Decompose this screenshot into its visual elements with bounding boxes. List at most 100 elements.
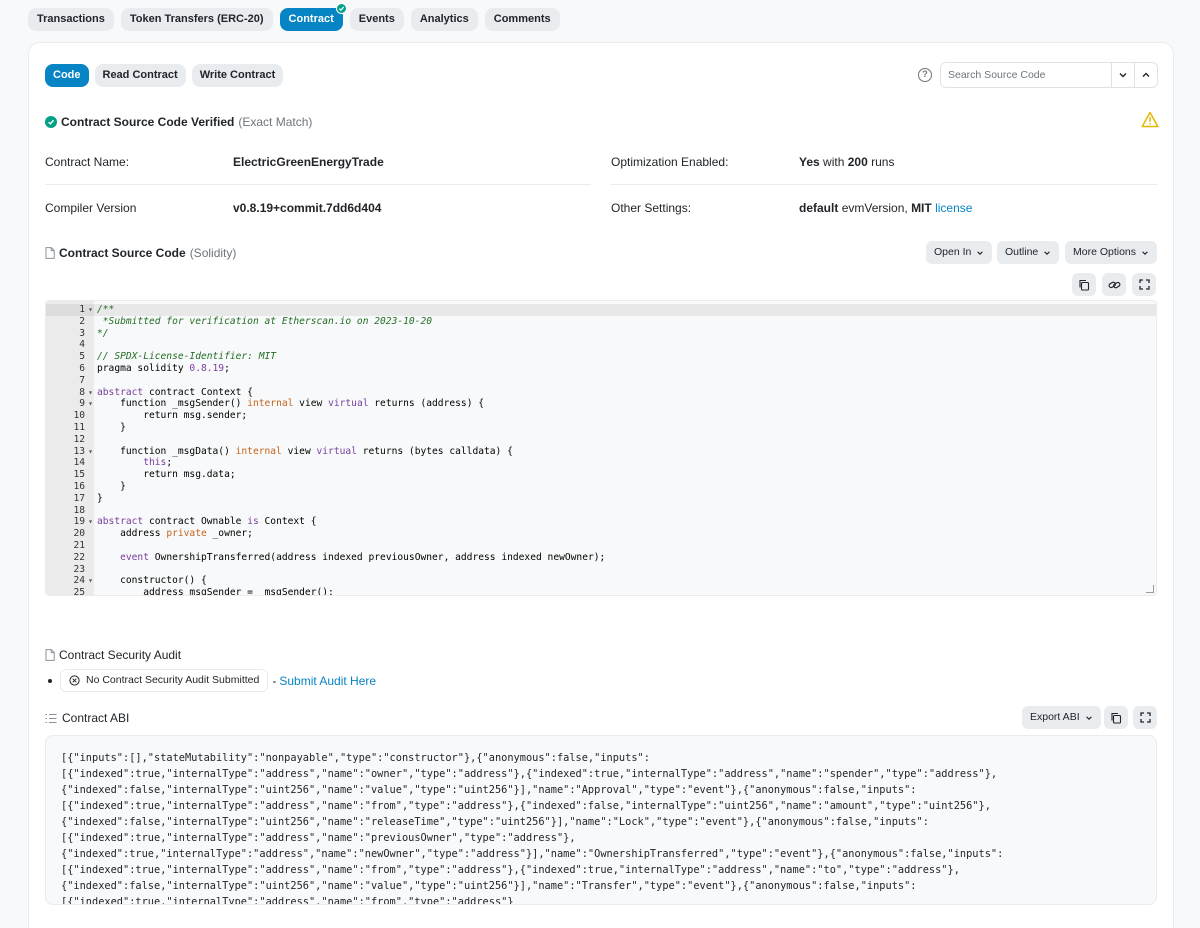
line-number: 10 [73,410,85,422]
code-line: abstract contract Context { [97,386,253,398]
copy-abi-button[interactable] [1104,706,1128,729]
warning-icon[interactable] [1141,111,1159,128]
search-input[interactable] [941,63,1111,87]
line-number: 25 [73,587,85,596]
tab-analytics[interactable]: Analytics [410,8,478,31]
code-line: return msg.data; [97,469,236,481]
verified-match: (Exact Match) [238,115,313,129]
line-number: 6 [79,362,85,374]
check-circle-icon [45,116,57,128]
line-number: 21 [73,539,85,551]
line-number[interactable]: 13 [46,446,94,458]
fullscreen-abi-button[interactable] [1133,706,1157,729]
help-icon[interactable]: ? [918,68,932,82]
subtab-read-contract[interactable]: Read Contract [94,64,186,87]
tab-events[interactable]: Events [349,8,404,31]
code-line: pragma solidity 0.8.19; [97,362,230,374]
abi-title: Contract ABI [45,711,129,725]
divider [45,184,591,185]
code-line: return msg.sender; [97,410,248,422]
code-line: } [97,480,126,492]
verified-check-icon [335,3,347,14]
other-settings-value: default evmVersion, MIT license [799,201,973,215]
contract-sub-tabs: Code Read Contract Write Contract [45,64,284,87]
line-number[interactable]: 24 [46,575,94,587]
open-in-button[interactable]: Open In [926,241,993,264]
line-number-gutter: 1234567891011121314151617181920212223242… [46,301,94,595]
code-line: /** [94,304,1156,316]
code-line: address msgSender = _msgSender(); [97,587,334,596]
license-link[interactable]: license [935,201,972,215]
expand-icon [1139,712,1151,723]
file-icon [45,649,55,661]
search-next-button[interactable] [1111,63,1134,87]
submit-audit-link[interactable]: Submit Audit Here [279,674,376,688]
search-prev-button[interactable] [1134,63,1157,87]
line-number: 2 [79,315,85,327]
verified-title: Contract Source Code Verified [61,115,235,129]
contract-name-value: ElectricGreenEnergyTrade [233,155,384,169]
code-line: constructor() { [97,575,207,587]
audit-status: No Contract Security Audit Submitted - S… [45,669,376,692]
verified-status: Contract Source Code Verified (Exact Mat… [45,115,312,129]
code-line: */ [97,327,109,339]
code-area[interactable]: /** *Submitted for verification at Ether… [94,301,1156,595]
more-options-button[interactable]: More Options [1065,241,1158,264]
chevron-up-icon [1142,72,1150,77]
bullet [48,678,52,683]
line-number: 20 [73,528,85,540]
abi-textarea[interactable]: [{"inputs":[],"stateMutability":"nonpaya… [45,735,1157,905]
chevron-down-icon [1119,73,1127,78]
line-number: 12 [73,433,85,445]
tab-contract[interactable]: Contract [279,3,347,31]
top-tab-bar: Transactions Token Transfers (ERC-20) Co… [28,3,560,31]
code-line: *Submitted for verification at Etherscan… [97,315,433,327]
fullscreen-source-button[interactable] [1132,273,1156,296]
source-code-editor[interactable]: 1234567891011121314151617181920212223242… [45,300,1157,596]
line-number: 7 [79,374,85,386]
line-number[interactable]: 19 [46,516,94,528]
subtab-code[interactable]: Code [45,64,89,87]
copy-source-button[interactable] [1072,273,1096,296]
copy-icon [1079,279,1090,291]
line-number[interactable]: 1 [46,304,94,316]
chevron-down-icon [1085,715,1092,720]
permalink-button[interactable] [1102,273,1126,296]
contract-card: Code Read Contract Write Contract ? Cont… [28,42,1174,928]
resize-handle[interactable] [1146,585,1154,593]
tab-token-transfers[interactable]: Token Transfers (ERC-20) [120,8,273,31]
contract-name-label: Contract Name: [45,155,130,169]
line-number: 14 [73,457,85,469]
line-number: 16 [73,480,85,492]
line-number: 15 [73,469,85,481]
divider [611,184,1157,185]
expand-icon [1138,279,1150,290]
audit-badge: No Contract Security Audit Submitted [60,669,269,692]
source-code-title: Contract Source Code (Solidity) [45,246,236,260]
tab-transactions[interactable]: Transactions [28,8,114,31]
subtab-write-contract[interactable]: Write Contract [191,64,284,87]
code-line: function _msgSender() internal view virt… [97,398,485,410]
line-number: 17 [73,492,85,504]
export-abi-button[interactable]: Export ABI [1022,706,1101,729]
tab-comments[interactable]: Comments [484,8,560,31]
audit-title: Contract Security Audit [45,648,181,662]
compiler-value: v0.8.19+commit.7dd6d404 [233,201,382,215]
list-icon [45,713,57,723]
code-line: } [97,421,126,433]
line-number: 23 [73,563,85,575]
line-number: 22 [73,551,85,563]
close-circle-icon [69,675,80,686]
code-line: function _msgData() internal view virtua… [97,445,513,457]
outline-button[interactable]: Outline [997,241,1060,264]
code-line: address private _owner; [97,528,253,540]
line-number[interactable]: 8 [46,387,94,399]
code-line: } [97,492,103,504]
chevron-down-icon [1142,250,1148,255]
line-number: 3 [79,327,85,339]
line-number[interactable]: 9 [46,398,94,410]
